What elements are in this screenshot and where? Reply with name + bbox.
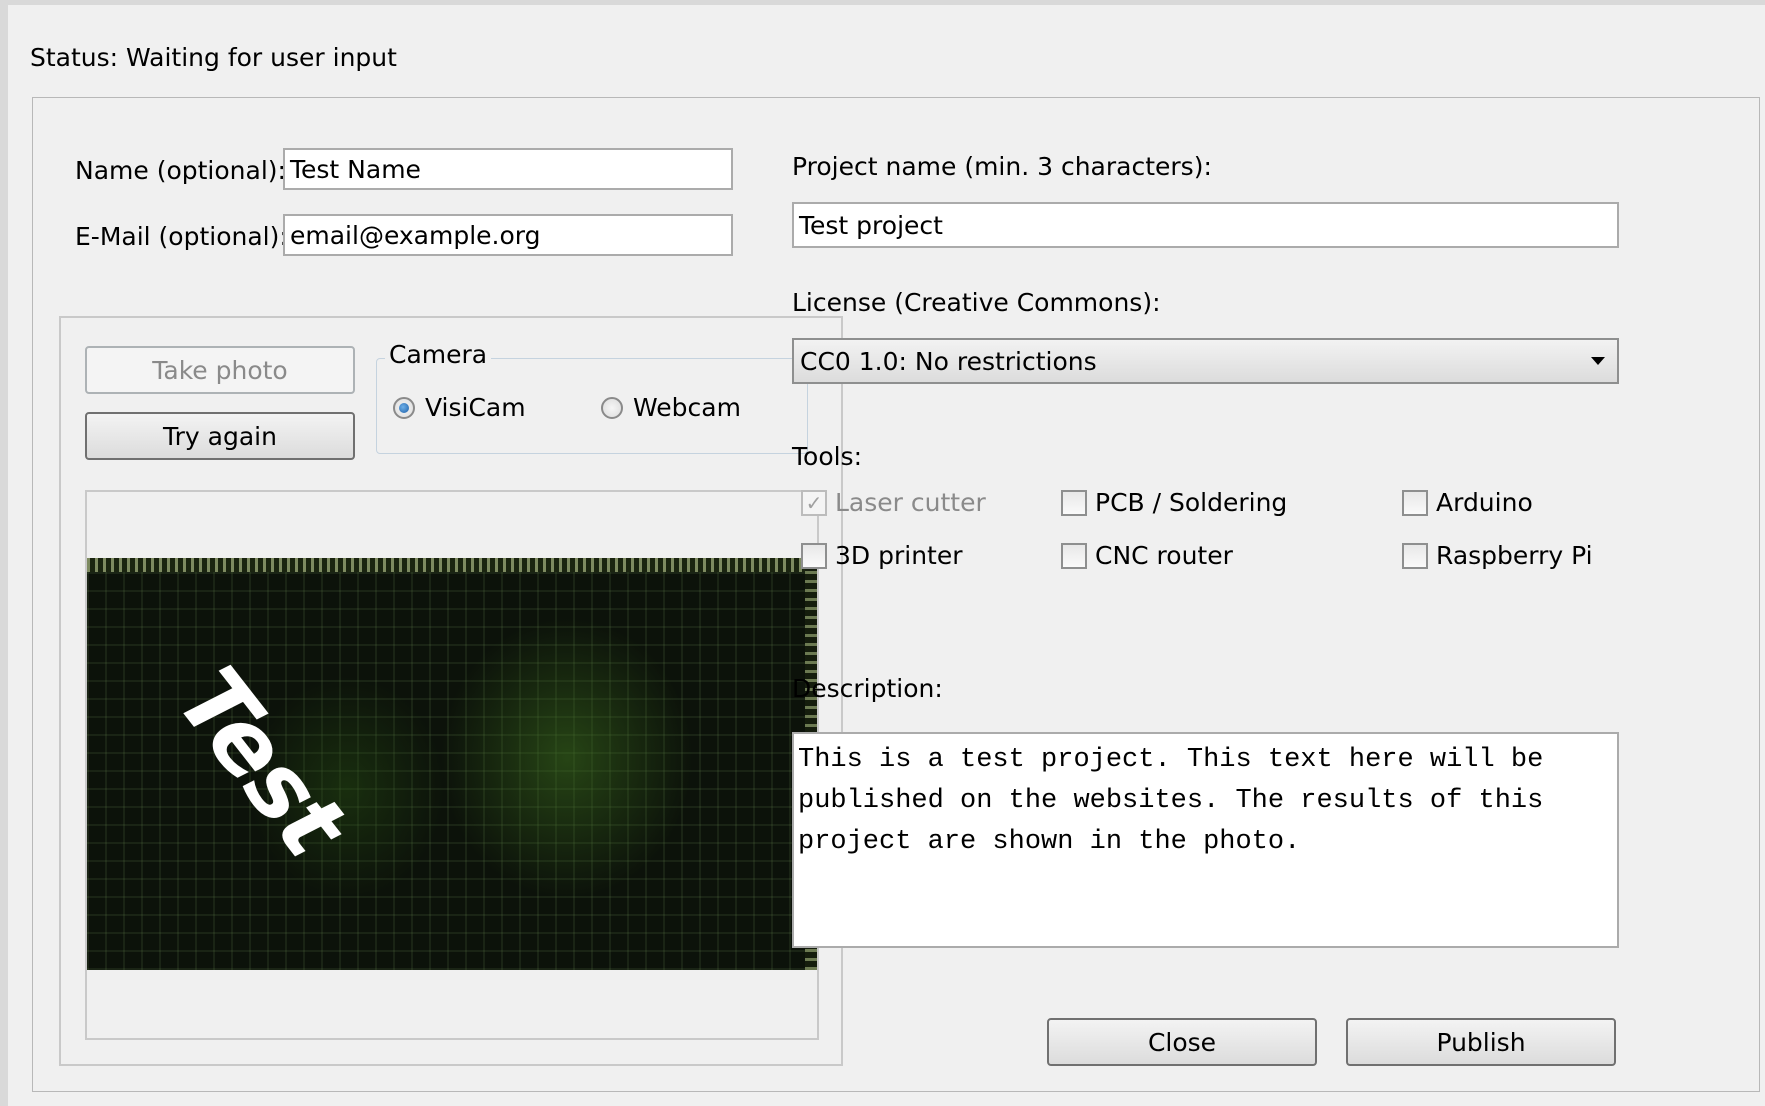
license-select[interactable]: CC0 1.0: No restrictions	[792, 338, 1619, 384]
checkbox-icon	[1061, 489, 1087, 516]
status-text: Status: Waiting for user input	[30, 43, 397, 72]
name-label: Name (optional):	[75, 156, 286, 185]
tool-cnc-router-checkbox[interactable]: CNC router	[1061, 541, 1233, 570]
tool-label: Arduino	[1436, 488, 1533, 517]
close-button[interactable]: Close	[1047, 1018, 1317, 1066]
main-panel: Name (optional): Test Name E-Mail (optio…	[32, 97, 1760, 1092]
email-field[interactable]: email@example.org	[283, 214, 733, 256]
project-name-field[interactable]: Test project	[792, 202, 1619, 248]
checkbox-icon	[1402, 489, 1428, 516]
visicam-radio[interactable]: VisiCam	[393, 393, 526, 422]
license-label: License (Creative Commons):	[792, 288, 1161, 317]
tools-label: Tools:	[792, 442, 863, 471]
name-field[interactable]: Test Name	[283, 148, 733, 190]
try-again-button[interactable]: Try again	[85, 412, 355, 460]
visicam-label: VisiCam	[425, 393, 526, 422]
checkmark-icon: ✓	[801, 489, 827, 516]
tool-label: CNC router	[1095, 541, 1233, 570]
radio-unselected-icon	[601, 396, 623, 419]
publish-dialog: Status: Waiting for user input Name (opt…	[0, 0, 1765, 1106]
checkbox-icon	[1061, 542, 1087, 569]
tool-label: 3D printer	[835, 541, 963, 570]
photo-engraved-text: Test	[156, 648, 366, 875]
photo-preview: Test	[85, 490, 819, 1040]
tool-3d-printer-checkbox[interactable]: 3D printer	[801, 541, 963, 570]
webcam-radio[interactable]: Webcam	[601, 393, 741, 422]
take-photo-button[interactable]: Take photo	[85, 346, 355, 394]
tool-raspberry-pi-checkbox[interactable]: Raspberry Pi	[1402, 541, 1593, 570]
description-label: Description:	[792, 674, 943, 703]
camera-groupbox-title: Camera	[385, 340, 492, 369]
tool-laser-cutter-checkbox[interactable]: ✓ Laser cutter	[801, 488, 986, 517]
tool-label: PCB / Soldering	[1095, 488, 1288, 517]
tool-pcb-soldering-checkbox[interactable]: PCB / Soldering	[1061, 488, 1287, 517]
project-name-label: Project name (min. 3 characters):	[792, 152, 1212, 181]
webcam-label: Webcam	[633, 393, 741, 422]
email-label: E-Mail (optional):	[75, 222, 288, 251]
description-textarea[interactable]: This is a test project. This text here w…	[792, 732, 1619, 948]
tool-label: Laser cutter	[835, 488, 986, 517]
tool-arduino-checkbox[interactable]: Arduino	[1402, 488, 1533, 517]
radio-selected-icon	[393, 396, 415, 419]
publish-button[interactable]: Publish	[1346, 1018, 1616, 1066]
checkbox-icon	[801, 542, 827, 569]
photo-board-edge	[87, 558, 817, 572]
photo-image: Test	[87, 558, 817, 970]
tool-label: Raspberry Pi	[1436, 541, 1593, 570]
license-selected-value: CC0 1.0: No restrictions	[800, 346, 1097, 376]
chevron-down-icon	[1591, 357, 1605, 365]
camera-groupbox: Camera VisiCam Webcam	[376, 340, 808, 454]
photo-panel: Take photo Try again Camera VisiCam Webc…	[59, 316, 843, 1066]
checkbox-icon	[1402, 542, 1428, 569]
